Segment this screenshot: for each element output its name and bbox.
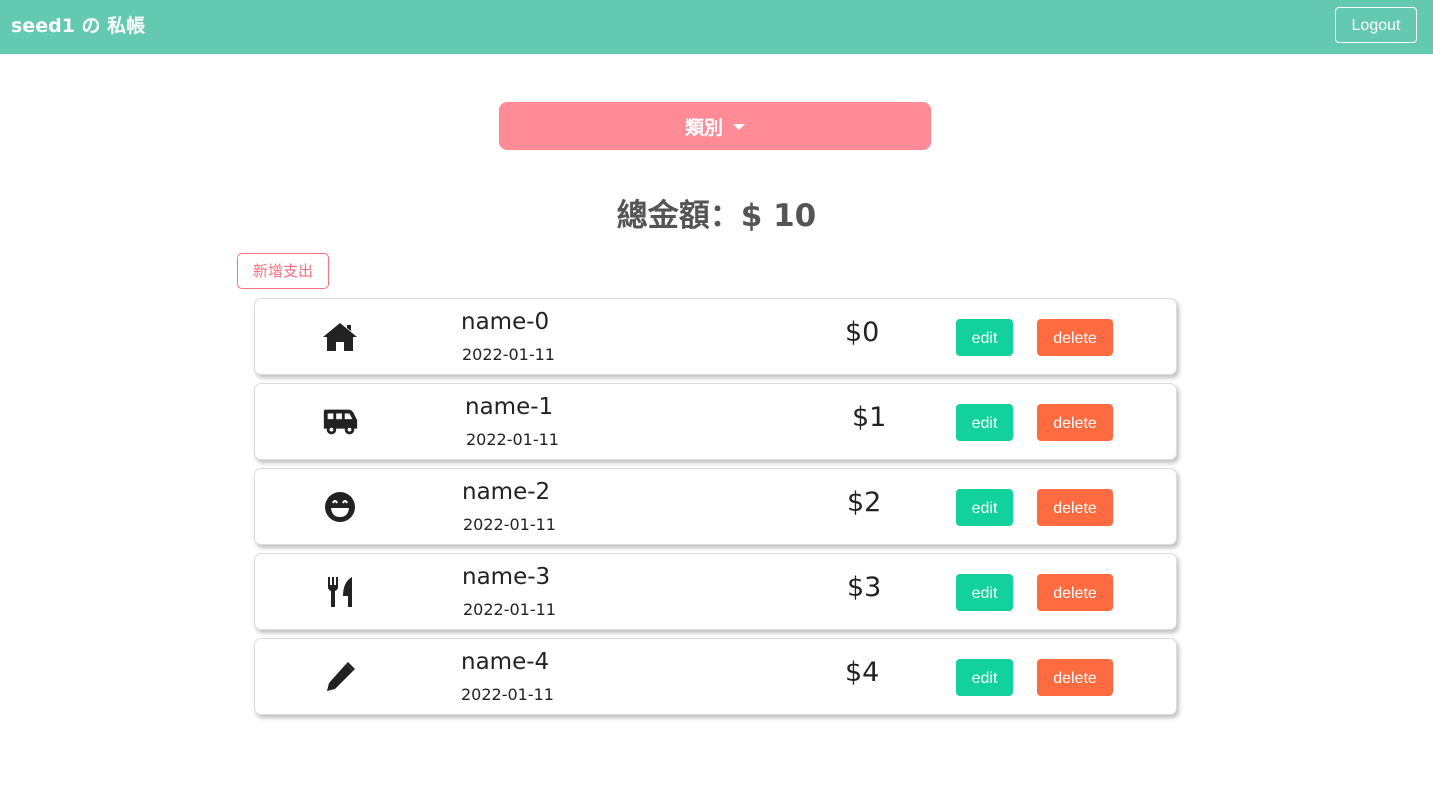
record-date: 2022-01-11: [462, 345, 555, 364]
delete-button[interactable]: delete: [1037, 574, 1113, 611]
record-date: 2022-01-11: [463, 600, 556, 619]
record-name: name-3: [462, 564, 551, 590]
record-name: name-0: [461, 309, 550, 335]
delete-button[interactable]: delete: [1037, 319, 1113, 356]
record-date: 2022-01-11: [461, 685, 554, 704]
record-amount: $0: [845, 317, 880, 348]
record-date: 2022-01-11: [463, 515, 556, 534]
home-icon: [321, 320, 359, 354]
record-amount: $2: [847, 487, 882, 518]
total-amount: 總金額：$ 10: [616, 198, 817, 234]
caret-down-icon: [733, 124, 745, 130]
record-date: 2022-01-11: [466, 430, 559, 449]
record-amount: $4: [845, 657, 880, 688]
pen-icon: [321, 660, 359, 694]
record-name: name-1: [465, 394, 554, 420]
add-expense-button[interactable]: 新增支出: [237, 253, 329, 289]
record-name: name-4: [461, 649, 550, 675]
delete-button[interactable]: delete: [1037, 404, 1113, 441]
edit-button[interactable]: edit: [956, 319, 1013, 356]
record-row: name-0 2022-01-11 $0 edit delete: [254, 298, 1177, 375]
record-name: name-2: [462, 479, 551, 505]
record-row: name-3 2022-01-11 $3 edit delete: [254, 553, 1177, 630]
delete-button[interactable]: delete: [1037, 659, 1113, 696]
record-row: name-2 2022-01-11 $2 edit delete: [254, 468, 1177, 545]
navbar: seed1 の 私帳 Logout: [0, 0, 1433, 54]
utensils-icon: [321, 575, 359, 609]
edit-button[interactable]: edit: [956, 404, 1013, 441]
delete-button[interactable]: delete: [1037, 489, 1113, 526]
app-brand: seed1 の 私帳: [11, 15, 146, 37]
record-row: name-1 2022-01-11 $1 edit delete: [254, 383, 1177, 460]
grin-icon: [321, 490, 359, 524]
edit-button[interactable]: edit: [956, 659, 1013, 696]
edit-button[interactable]: edit: [956, 574, 1013, 611]
record-amount: $1: [852, 402, 887, 433]
van-icon: [321, 405, 359, 439]
record-amount: $3: [847, 572, 882, 603]
edit-button[interactable]: edit: [956, 489, 1013, 526]
record-row: name-4 2022-01-11 $4 edit delete: [254, 638, 1177, 715]
logout-button[interactable]: Logout: [1335, 7, 1417, 43]
category-dropdown-button[interactable]: 類別: [499, 102, 931, 150]
category-dropdown-label: 類別: [684, 117, 723, 139]
